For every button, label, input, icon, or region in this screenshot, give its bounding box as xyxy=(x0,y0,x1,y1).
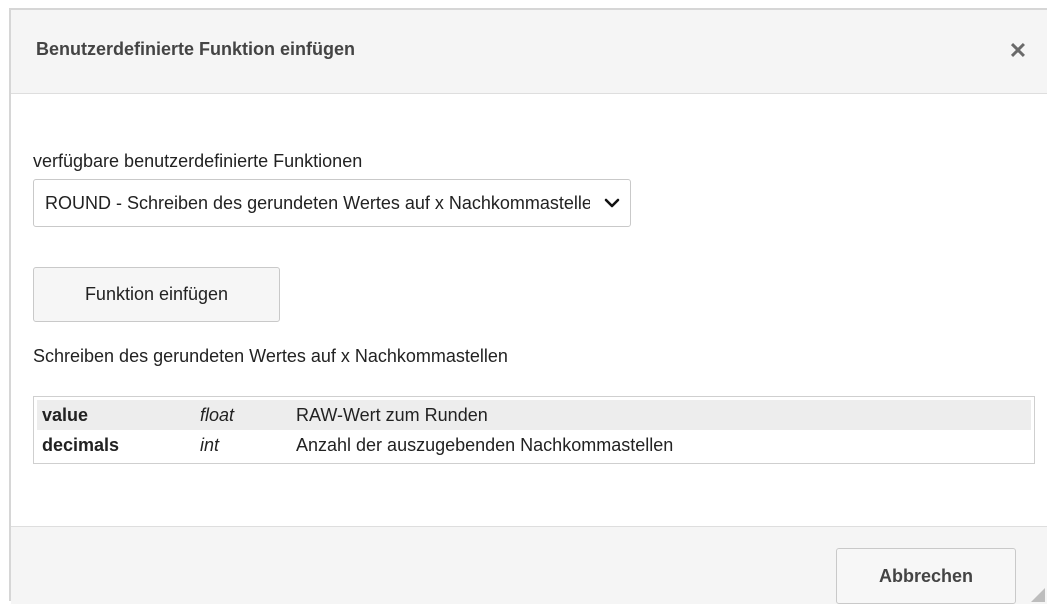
resize-handle-icon[interactable] xyxy=(1031,588,1045,602)
param-type: int xyxy=(200,435,220,455)
dialog-titlebar: Benutzerdefinierte Funktion einfügen ✕ xyxy=(11,10,1047,94)
function-description: Schreiben des gerundeten Wertes auf x Na… xyxy=(33,346,508,366)
function-select-value: ROUND - Schreiben des gerundeten Wertes … xyxy=(45,193,590,213)
insert-function-button[interactable]: Funktion einfügen xyxy=(33,267,280,322)
table-row: decimals int Anzahl der auszugebenden Na… xyxy=(37,430,1031,460)
dialog-footer: Abbrechen xyxy=(11,526,1047,604)
cancel-button[interactable]: Abbrechen xyxy=(836,548,1016,604)
parameter-table: value float RAW-Wert zum Runden decimals… xyxy=(33,396,1035,464)
param-description: Anzahl der auszugebenden Nachkommastelle… xyxy=(296,435,674,455)
table-row: value float RAW-Wert zum Runden xyxy=(37,400,1031,430)
function-select[interactable]: ROUND - Schreiben des gerundeten Wertes … xyxy=(33,179,631,227)
param-name: decimals xyxy=(42,435,120,455)
dialog-title: Benutzerdefinierte Funktion einfügen xyxy=(36,39,356,59)
param-type: float xyxy=(200,405,235,425)
chevron-down-icon xyxy=(604,198,620,208)
param-description: RAW-Wert zum Runden xyxy=(296,405,488,425)
close-icon[interactable]: ✕ xyxy=(1005,38,1031,64)
param-name: value xyxy=(42,405,89,425)
available-functions-label: verfügbare benutzerdefinierte Funktionen xyxy=(33,151,363,171)
insert-function-dialog: Benutzerdefinierte Funktion einfügen ✕ v… xyxy=(9,8,1047,604)
